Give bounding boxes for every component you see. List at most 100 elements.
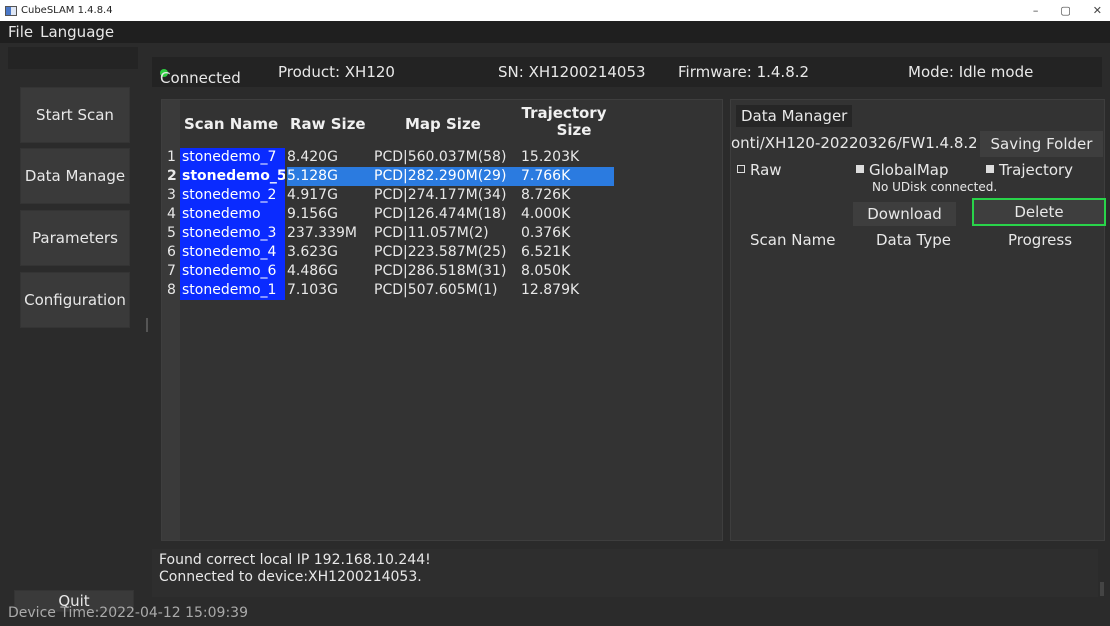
- row-number: 1: [167, 149, 176, 165]
- col-header-progress[interactable]: Progress: [1008, 231, 1072, 249]
- download-button[interactable]: Download: [853, 202, 956, 226]
- start-scan-button[interactable]: Start Scan: [20, 87, 130, 143]
- col-header-map-size[interactable]: Map Size: [405, 116, 481, 133]
- data-manager-tab[interactable]: Data Manager: [736, 105, 853, 127]
- trajectory-size-cell: 6.521K: [521, 244, 571, 260]
- col-header-trajectory-size[interactable]: Trajectory Size: [514, 105, 614, 139]
- trajectory-checkbox[interactable]: Trajectory: [986, 161, 1073, 179]
- title-bar: CubeSLAM 1.4.8.4 – ▢ ✕: [0, 0, 1110, 21]
- data-manager-panel: Data Manager onti/XH120-20220326/FW1.4.8…: [730, 99, 1106, 541]
- map-size-cell: PCD|507.605M(1): [374, 282, 498, 298]
- log-line: Found correct local IP 192.168.10.244!: [159, 552, 431, 568]
- col-header-scan-name[interactable]: Scan Name: [184, 116, 278, 133]
- raw-size-cell: 9.156G: [287, 206, 338, 222]
- col-header-raw-size[interactable]: Raw Size: [290, 116, 366, 133]
- map-size-cell: PCD|274.177M(34): [374, 187, 507, 203]
- table-row[interactable]: 4 stonedemo 9.156G PCD|126.474M(18) 4.00…: [162, 205, 722, 224]
- parameters-button[interactable]: Parameters: [20, 210, 130, 266]
- scan-name-cell[interactable]: stonedemo_6: [180, 262, 285, 281]
- scan-name-cell[interactable]: stonedemo_2: [180, 186, 285, 205]
- raw-size-cell: 7.103G: [287, 282, 338, 298]
- checkbox-checked-icon: [856, 165, 864, 173]
- firmware-label: Firmware: 1.4.8.2: [678, 63, 810, 81]
- scan-name-cell[interactable]: stonedemo_1: [180, 281, 285, 300]
- connection-label: Connected: [160, 69, 241, 87]
- udisk-status: No UDisk connected.: [872, 180, 998, 194]
- map-size-cell: PCD|286.518M(31): [374, 263, 507, 279]
- row-number: 8: [167, 282, 176, 298]
- col-header-trajectory-line2: Size: [556, 121, 592, 139]
- trajectory-size-cell: 8.726K: [521, 187, 571, 203]
- raw-size-cell: 8.420G: [287, 149, 338, 165]
- left-panel-header: [8, 47, 138, 69]
- saving-folder-button[interactable]: Saving Folder: [980, 131, 1103, 157]
- scan-name-cell[interactable]: stonedemo_4: [180, 243, 285, 262]
- saving-path-field[interactable]: onti/XH120-20220326/FW1.4.8.2: [731, 134, 976, 152]
- data-manage-button[interactable]: Data Manage: [20, 148, 130, 204]
- raw-checkbox[interactable]: Raw: [737, 161, 782, 179]
- trajectory-size-cell: 8.050K: [521, 263, 571, 279]
- menu-bar: File Language: [0, 21, 1110, 43]
- scan-name-cell[interactable]: stonedemo_3: [180, 224, 285, 243]
- serial-number-label: SN: XH1200214053: [498, 63, 646, 81]
- row-number: 2: [167, 168, 177, 184]
- app-icon: [5, 5, 17, 16]
- trajectory-size-cell: 15.203K: [521, 149, 580, 165]
- table-row[interactable]: 8 stonedemo_1 7.103G PCD|507.605M(1) 12.…: [162, 281, 722, 300]
- scan-name-cell[interactable]: stonedemo_5: [180, 167, 285, 186]
- window-title: CubeSLAM 1.4.8.4: [21, 5, 113, 16]
- row-number: 4: [167, 206, 176, 222]
- table-row[interactable]: 5 stonedemo_3 237.339M PCD|11.057M(2) 0.…: [162, 224, 722, 243]
- table-row[interactable]: 3 stonedemo_2 4.917G PCD|274.177M(34) 8.…: [162, 186, 722, 205]
- trajectory-checkbox-label: Trajectory: [999, 161, 1074, 179]
- table-row[interactable]: 7 stonedemo_6 4.486G PCD|286.518M(31) 8.…: [162, 262, 722, 281]
- menu-language[interactable]: Language: [40, 23, 114, 41]
- map-size-cell: PCD|282.290M(29): [374, 168, 507, 184]
- row-number: 7: [167, 263, 176, 279]
- device-status-bar: Connected Product: XH120 SN: XH120021405…: [152, 57, 1102, 87]
- raw-checkbox-label: Raw: [750, 161, 782, 179]
- menu-file[interactable]: File: [8, 23, 33, 41]
- raw-size-cell: 4.486G: [287, 263, 338, 279]
- close-icon[interactable]: ✕: [1093, 4, 1102, 17]
- trajectory-size-cell: 7.766K: [521, 168, 571, 184]
- row-number: 6: [167, 244, 176, 260]
- raw-size-cell: 237.339M: [287, 225, 357, 241]
- product-label: Product: XH120: [278, 63, 395, 81]
- map-size-cell: PCD|126.474M(18): [374, 206, 507, 222]
- device-time: Device Time:2022-04-12 15:09:39: [8, 605, 248, 621]
- checkbox-checked-icon: [986, 165, 994, 173]
- delete-button[interactable]: Delete: [972, 198, 1106, 226]
- configuration-button[interactable]: Configuration: [20, 272, 130, 328]
- table-row[interactable]: 6 stonedemo_4 3.623G PCD|223.587M(25) 6.…: [162, 243, 722, 262]
- table-row-selected[interactable]: 2 stonedemo_5 5.128G PCD|282.290M(29) 7.…: [162, 167, 722, 186]
- col-header-data-type[interactable]: Data Type: [876, 231, 951, 249]
- col-header-trajectory-line1: Trajectory: [521, 104, 607, 122]
- scan-table: Scan Name Raw Size Map Size Trajectory S…: [161, 99, 723, 541]
- log-output: Found correct local IP 192.168.10.244! C…: [152, 549, 1098, 597]
- minimize-icon[interactable]: –: [1033, 4, 1039, 17]
- trajectory-size-cell: 0.376K: [521, 225, 571, 241]
- map-size-cell: PCD|223.587M(25): [374, 244, 507, 260]
- row-number: 5: [167, 225, 176, 241]
- scan-name-cell[interactable]: stonedemo: [180, 205, 285, 224]
- log-scrollbar[interactable]: [1100, 582, 1104, 596]
- checkbox-unchecked-icon: [737, 165, 745, 173]
- raw-size-cell: 5.128G: [287, 168, 338, 184]
- mode-label: Mode: Idle mode: [908, 63, 1034, 81]
- raw-size-cell: 3.623G: [287, 244, 338, 260]
- panel-splitter-handle[interactable]: [146, 318, 148, 332]
- globalmap-checkbox[interactable]: GlobalMap: [856, 161, 949, 179]
- trajectory-size-cell: 4.000K: [521, 206, 571, 222]
- col-header-scan-name[interactable]: Scan Name: [750, 231, 836, 249]
- trajectory-size-cell: 12.879K: [521, 282, 580, 298]
- maximize-icon[interactable]: ▢: [1060, 4, 1070, 17]
- log-line: Connected to device:XH1200214053.: [159, 569, 422, 585]
- scan-name-cell[interactable]: stonedemo_7: [180, 148, 285, 167]
- map-size-cell: PCD|560.037M(58): [374, 149, 507, 165]
- table-row[interactable]: 1 stonedemo_7 8.420G PCD|560.037M(58) 15…: [162, 148, 722, 167]
- raw-size-cell: 4.917G: [287, 187, 338, 203]
- globalmap-checkbox-label: GlobalMap: [869, 161, 949, 179]
- map-size-cell: PCD|11.057M(2): [374, 225, 489, 241]
- row-number: 3: [167, 187, 176, 203]
